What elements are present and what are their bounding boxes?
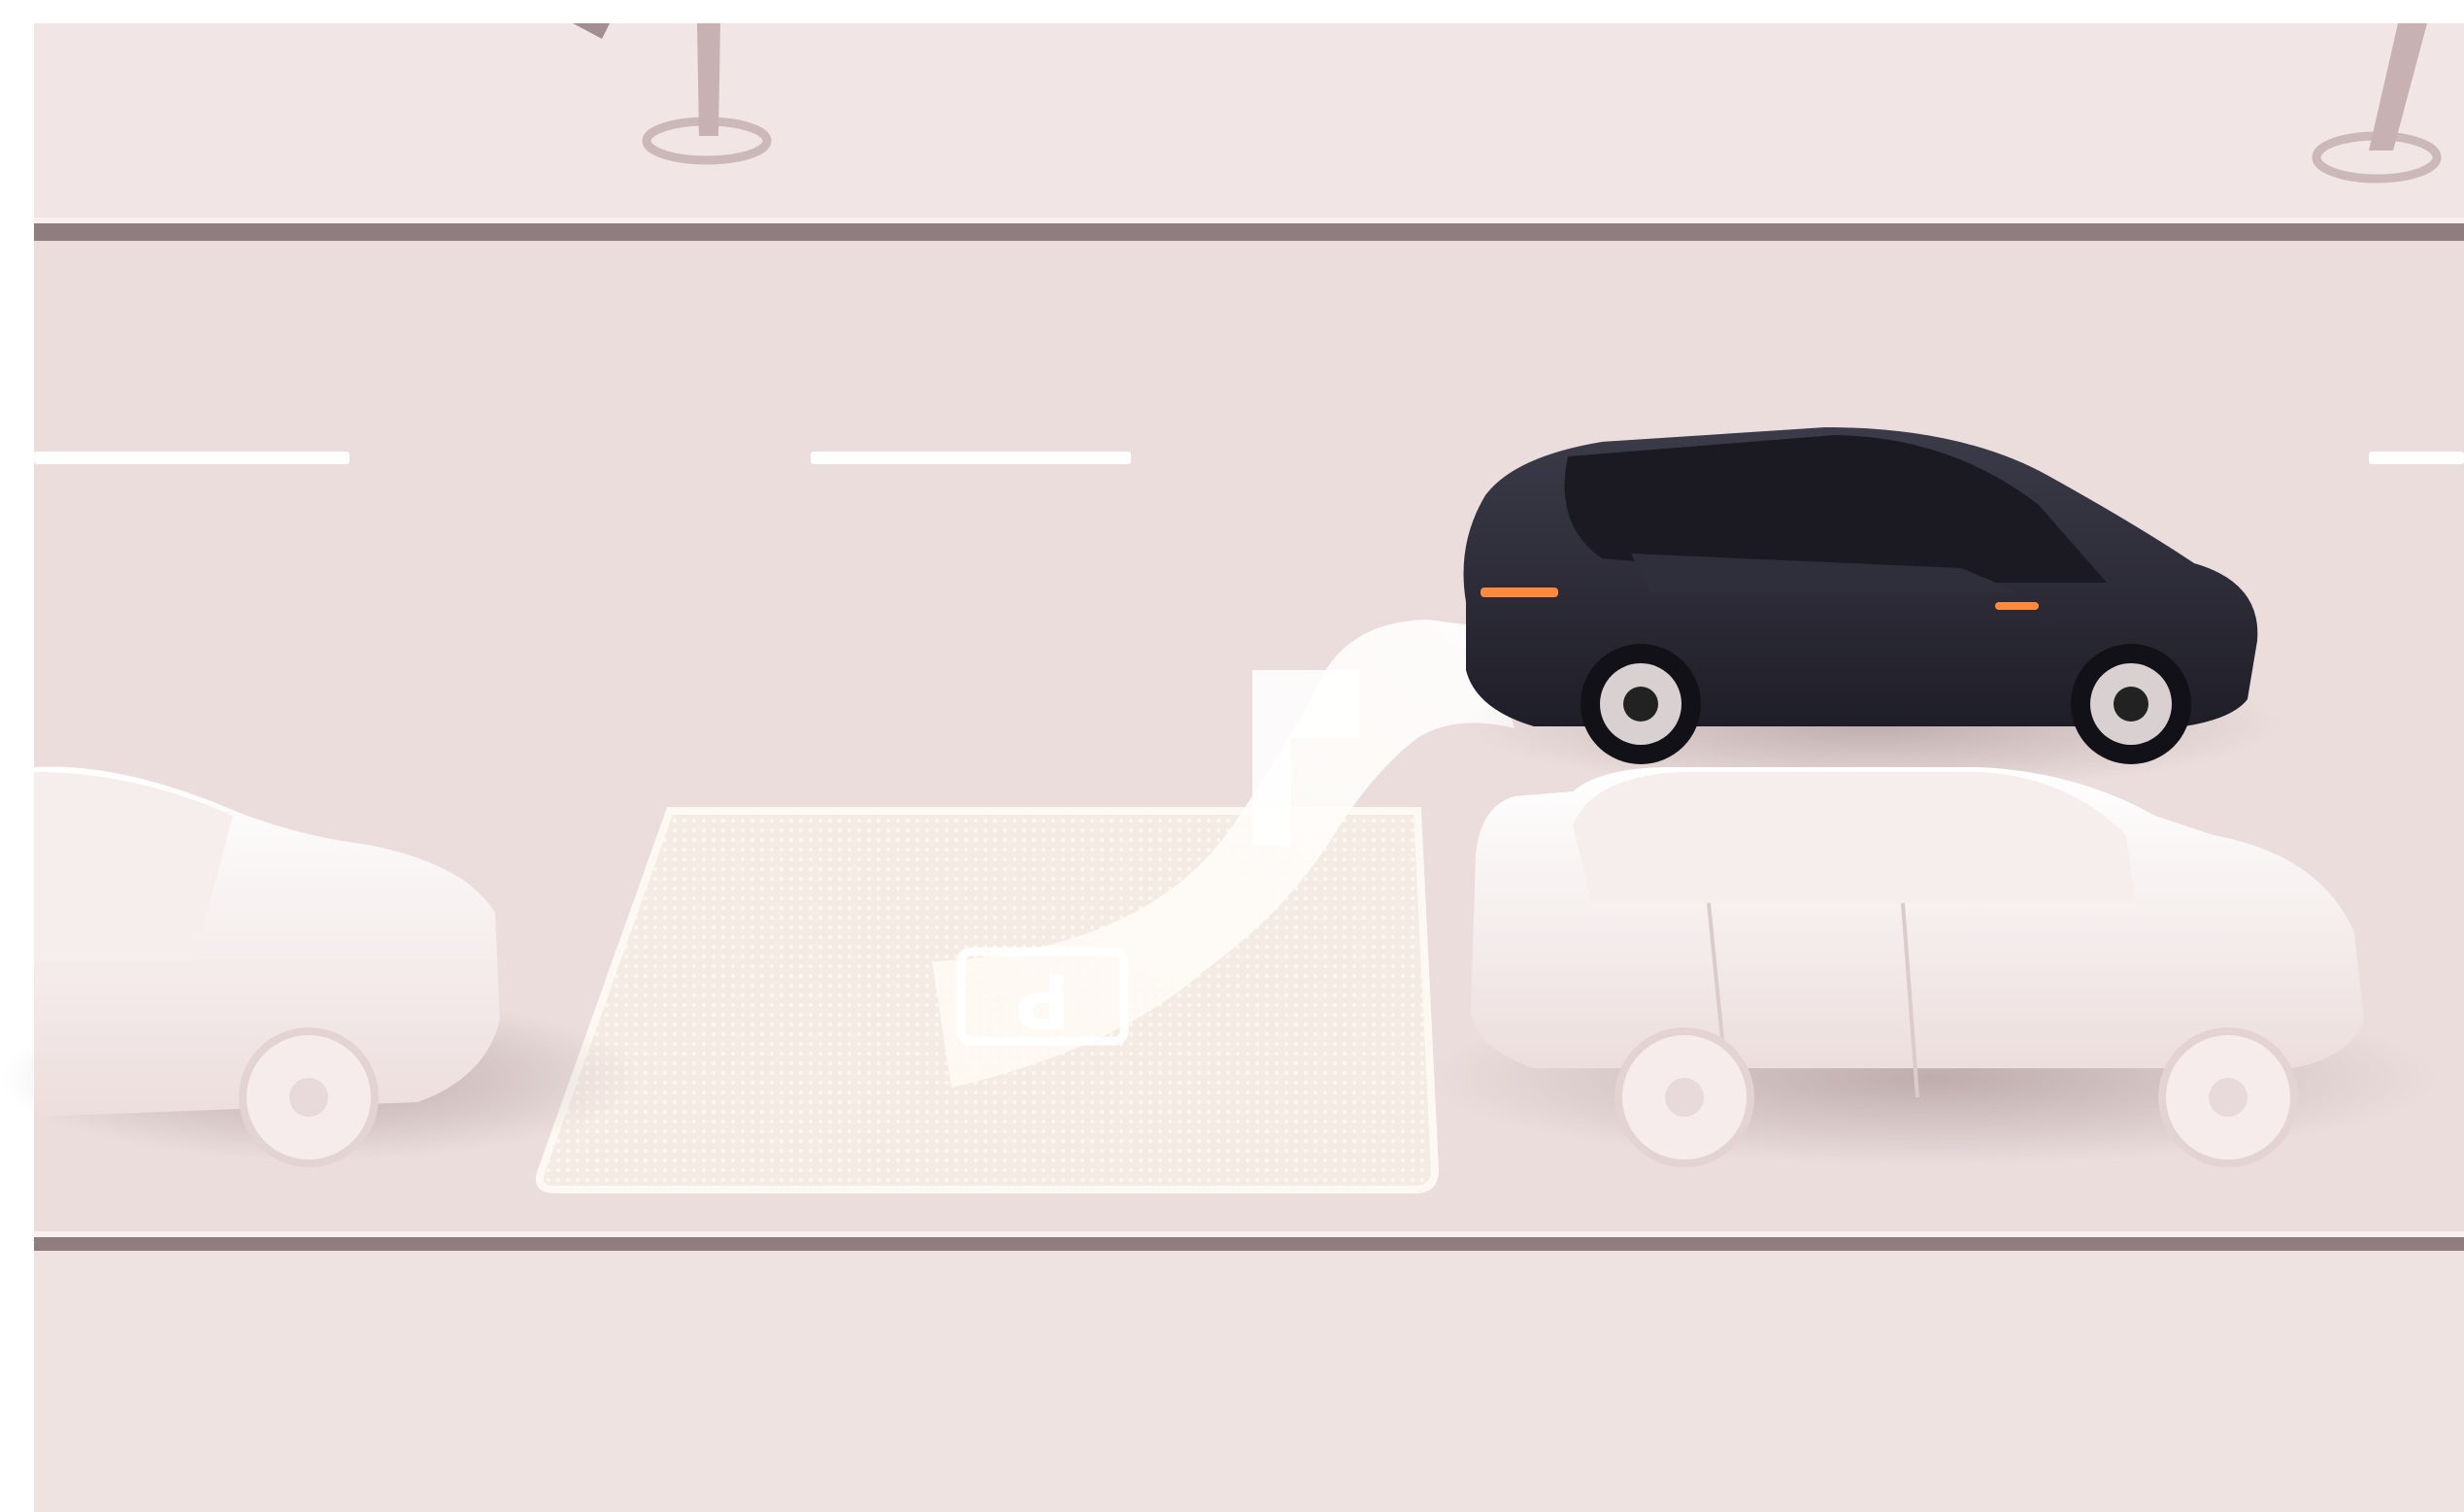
bottom-sidewalk bbox=[34, 1251, 2464, 1512]
parking-scene: P bbox=[0, 0, 2464, 1512]
top-curb bbox=[34, 221, 2464, 241]
parked-left-wheel bbox=[239, 1027, 379, 1167]
top-sidewalk bbox=[34, 23, 2464, 222]
ego-rear-wheel bbox=[1581, 644, 1701, 764]
parking-p-label: P bbox=[1015, 956, 1070, 1043]
bottom-curb bbox=[34, 1235, 2464, 1251]
parked-right-rear-wheel bbox=[1615, 1027, 1754, 1167]
parked-right-front-wheel bbox=[2158, 1027, 2298, 1167]
ego-front-wheel bbox=[2071, 644, 2191, 764]
